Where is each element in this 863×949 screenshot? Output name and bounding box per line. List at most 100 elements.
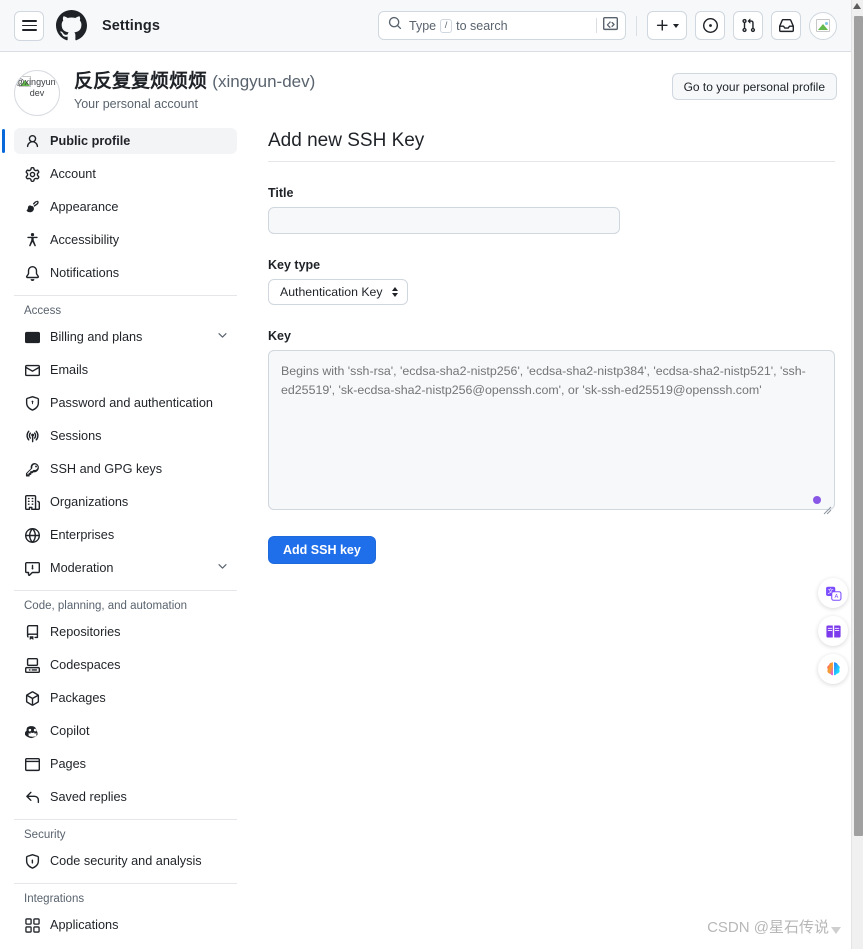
sidebar-divider (14, 883, 237, 884)
shield-check-icon (24, 853, 40, 869)
scroll-up-arrow-icon[interactable] (853, 3, 861, 9)
inbox-button[interactable] (771, 11, 801, 40)
sidebar-item-emails[interactable]: Emails (14, 357, 237, 383)
ssh-key-title-input[interactable] (268, 207, 620, 234)
floating-toolbar: 文 A (818, 578, 848, 684)
terminal-icon[interactable] (603, 16, 618, 36)
github-logo[interactable] (56, 10, 87, 41)
sidebar-item-label: Copilot (50, 724, 90, 738)
watermark: CSDN @星石传说 (707, 916, 841, 937)
add-ssh-key-button[interactable]: Add SSH key (268, 536, 376, 564)
page-scrollbar[interactable] (851, 0, 863, 949)
sidebar-divider (14, 819, 237, 820)
sidebar-item-organizations[interactable]: Organizations (14, 489, 237, 515)
page-body: Public profile Account Appearance Accessibi… (0, 116, 863, 949)
organization-icon (24, 494, 40, 510)
account-display-name: 反反复复烦烦烦 (74, 71, 208, 92)
sidebar-item-label: Code security and analysis (50, 854, 202, 868)
package-icon (24, 690, 40, 706)
key-type-selected-value: Authentication Key (280, 285, 383, 299)
sidebar-item-scheduled-reminders[interactable]: Scheduled reminders (14, 945, 237, 949)
sidebar-item-public-profile[interactable]: Public profile (2, 128, 237, 154)
avatar-alt-text: @xingyun-dev (15, 77, 59, 98)
accessibility-icon (24, 232, 40, 248)
sidebar-item-label: Organizations (50, 495, 129, 509)
search-input[interactable]: Type / to search (378, 11, 626, 40)
settings-page: Settings Type / to search @xingyun-dev 反… (0, 0, 863, 949)
sidebar-item-enterprises[interactable]: Enterprises (14, 522, 237, 548)
sidebar-item-label: Notifications (50, 266, 120, 280)
sidebar-item-label: Account (50, 167, 96, 181)
sidebar-item-label: Accessibility (50, 233, 120, 247)
dictionary-book-icon[interactable] (818, 616, 848, 646)
sidebar-item-applications[interactable]: Applications (14, 912, 237, 938)
issues-button[interactable] (695, 11, 725, 40)
sidebar-item-copilot[interactable]: Copilot (14, 718, 237, 744)
sidebar-item-label: Billing and plans (50, 330, 143, 344)
key-icon (24, 461, 40, 477)
sidebar-group-label: Code, planning, and automation (24, 600, 188, 612)
sidebar-item-notifications[interactable]: Notifications (14, 260, 237, 286)
grammar-assistant-dot-icon[interactable] (813, 496, 821, 504)
chevron-down-icon (673, 23, 679, 28)
copilot-icon (24, 723, 40, 739)
sidebar-item-billing-and-plans[interactable]: Billing and plans (14, 324, 237, 350)
ssh-key-textarea[interactable] (268, 350, 835, 510)
global-header: Settings Type / to search (0, 0, 851, 52)
sidebar-item-saved-replies[interactable]: Saved replies (14, 784, 237, 810)
sidebar-item-account[interactable]: Account (14, 161, 237, 187)
avatar: @xingyun-dev (14, 70, 60, 116)
sidebar-item-repositories[interactable]: Repositories (14, 619, 237, 645)
sidebar-item-label: Pages (50, 757, 86, 771)
sidebar-item-password-and-authentication[interactable]: Password and authentication (14, 390, 237, 416)
key-type-select[interactable]: Authentication Key (268, 279, 408, 305)
sidebar-group-label: Integrations (24, 893, 85, 905)
translate-icon[interactable]: 文 A (818, 578, 848, 608)
sidebar-item-ssh-and-gpg-keys[interactable]: SSH and GPG keys (14, 456, 237, 482)
sidebar-item-code-security-and-analysis[interactable]: Code security and analysis (14, 848, 237, 874)
sidebar-group-label: Security (24, 829, 66, 841)
sidebar-divider (14, 295, 237, 296)
user-avatar-button[interactable] (809, 11, 837, 40)
sidebar-group-label: Access (24, 305, 62, 317)
go-to-personal-profile-button[interactable]: Go to your personal profile (671, 73, 837, 100)
sidebar-item-packages[interactable]: Packages (14, 685, 237, 711)
shield-lock-icon (24, 395, 40, 411)
sidebar-item-label: Moderation (50, 561, 114, 575)
reply-icon (24, 789, 40, 805)
sidebar-item-label: Packages (50, 691, 106, 705)
sidebar-item-pages[interactable]: Pages (14, 751, 237, 777)
sidebar-item-label: Emails (50, 363, 89, 377)
sidebar-item-sessions[interactable]: Sessions (14, 423, 237, 449)
sidebar-item-accessibility[interactable]: Accessibility (14, 227, 237, 253)
sidebar-item-appearance[interactable]: Appearance (14, 194, 237, 220)
chevron-down-icon[interactable] (216, 329, 229, 345)
brain-ai-icon[interactable] (818, 654, 848, 684)
account-identity: 反反复复烦烦烦 (xingyun-dev) Your personal acco… (74, 68, 315, 111)
gear-icon (24, 166, 40, 182)
broken-image-icon (816, 19, 830, 32)
hamburger-menu-icon[interactable] (14, 10, 44, 41)
broadcast-icon (24, 428, 40, 444)
chevron-down-icon[interactable] (216, 560, 229, 576)
scrollbar-thumb[interactable] (853, 16, 863, 836)
mail-icon (24, 362, 40, 378)
key-type-field-label: Key type (268, 258, 321, 272)
report-icon (24, 560, 40, 576)
sidebar-item-label: Repositories (50, 625, 121, 639)
sidebar-item-codespaces[interactable]: Codespaces (14, 652, 237, 678)
sidebar-item-moderation[interactable]: Moderation (14, 555, 237, 581)
bell-icon (24, 265, 40, 281)
search-placeholder: Type / to search (409, 18, 594, 33)
search-placeholder-prefix: Type (409, 18, 437, 33)
codespaces-icon (24, 657, 40, 673)
slash-key-hint: / (440, 18, 453, 33)
browser-icon (24, 756, 40, 772)
select-chevron-icon (391, 287, 398, 297)
paintbrush-icon (24, 199, 40, 215)
header-title: Settings (102, 17, 160, 34)
create-new-button[interactable] (647, 11, 687, 40)
settings-sidebar: Public profile Account Appearance Accessibi… (0, 128, 251, 949)
pull-requests-button[interactable] (733, 11, 763, 40)
title-field-label: Title (268, 186, 294, 200)
